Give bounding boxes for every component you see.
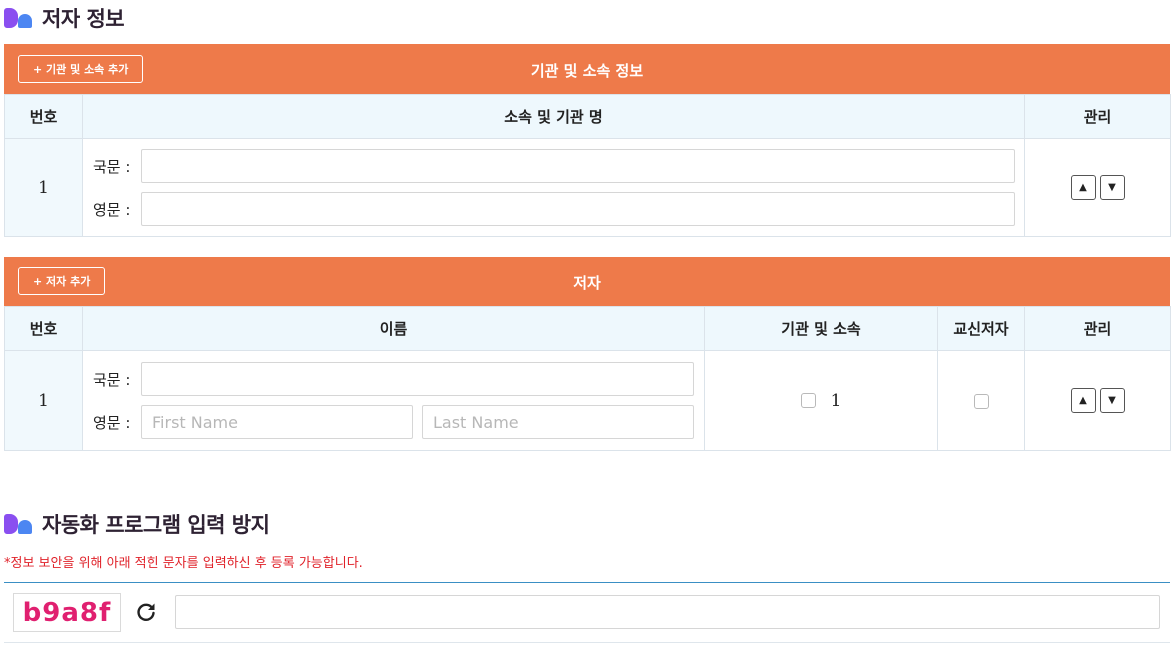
header-corresponding: 교신저자 bbox=[937, 306, 1025, 351]
move-up-button[interactable]: ▲ bbox=[1070, 388, 1096, 413]
header-manage: 관리 bbox=[1024, 94, 1171, 139]
move-up-button[interactable]: ▲ bbox=[1070, 175, 1096, 200]
section-bullet-icon bbox=[4, 514, 36, 534]
affiliation-table-header: 번호 소속 및 기관 명 관리 bbox=[4, 94, 1171, 139]
move-down-button[interactable]: ▼ bbox=[1099, 175, 1125, 200]
table-row: 1 국문 : 영문 : 1 ▲ ▼ bbox=[4, 350, 1171, 451]
manage-cell: ▲ ▼ bbox=[1024, 350, 1171, 451]
manage-cell: ▲ ▼ bbox=[1024, 138, 1171, 237]
arrow-up-icon: ▲ bbox=[1079, 395, 1087, 406]
affiliation-table: 번호 소속 및 기관 명 관리 1 국문 : 영문 : ▲ ▼ bbox=[4, 94, 1171, 237]
last-name-input[interactable] bbox=[422, 405, 694, 439]
captcha-title: 자동화 프로그램 입력 방지 bbox=[42, 513, 270, 537]
author-info-title: 저자 정보 bbox=[42, 7, 125, 31]
security-notice: *정보 보안을 위해 아래 적힌 문자를 입력하신 후 등록 가능합니다. bbox=[4, 556, 363, 571]
author-table-title: 저자 bbox=[573, 274, 601, 292]
header-num: 번호 bbox=[4, 306, 83, 351]
affiliation-korean-input[interactable] bbox=[141, 149, 1015, 183]
author-name-cell: 국문 : 영문 : bbox=[82, 350, 705, 451]
affiliation-select-cell: 1 bbox=[704, 350, 938, 451]
header-num: 번호 bbox=[4, 94, 83, 139]
korean-label: 국문 : bbox=[93, 157, 131, 176]
author-header-bar: + 저자 추가 저자 bbox=[4, 257, 1170, 306]
corresponding-author-checkbox[interactable] bbox=[973, 394, 989, 409]
affiliation-english-input[interactable] bbox=[141, 192, 1015, 226]
korean-label: 국문 : bbox=[93, 370, 131, 389]
arrow-down-icon: ▼ bbox=[1108, 182, 1116, 193]
header-manage: 관리 bbox=[1024, 306, 1171, 351]
refresh-icon[interactable] bbox=[134, 600, 158, 624]
english-label: 영문 : bbox=[93, 413, 131, 432]
affiliation-header-bar: + 기관 및 소속 추가 기관 및 소속 정보 bbox=[4, 44, 1170, 94]
author-korean-name-input[interactable] bbox=[141, 362, 694, 396]
author-table: 번호 이름 기관 및 소속 교신저자 관리 1 국문 : 영문 : 1 bbox=[4, 306, 1171, 451]
author-info-heading: 저자 정보 bbox=[4, 3, 125, 33]
move-down-button[interactable]: ▼ bbox=[1099, 388, 1125, 413]
captcha-heading: 자동화 프로그램 입력 방지 bbox=[4, 509, 270, 539]
affiliation-option-label: 1 bbox=[830, 390, 842, 411]
header-name: 이름 bbox=[82, 306, 705, 351]
english-label: 영문 : bbox=[93, 200, 131, 219]
affiliation-name-cell: 국문 : 영문 : bbox=[82, 138, 1025, 237]
section-bullet-icon bbox=[4, 8, 36, 28]
arrow-down-icon: ▼ bbox=[1108, 395, 1116, 406]
affiliation-checkbox[interactable] bbox=[800, 393, 816, 409]
author-table-header: 번호 이름 기관 및 소속 교신저자 관리 bbox=[4, 306, 1171, 351]
captcha-input[interactable] bbox=[175, 595, 1160, 629]
corresponding-cell bbox=[937, 350, 1025, 451]
captcha-image: b9a8f bbox=[13, 593, 121, 632]
header-affiliation: 기관 및 소속 bbox=[704, 306, 938, 351]
row-number: 1 bbox=[4, 350, 83, 451]
captcha-box: b9a8f bbox=[4, 582, 1170, 643]
table-row: 1 국문 : 영문 : ▲ ▼ bbox=[4, 138, 1171, 237]
row-number: 1 bbox=[4, 138, 83, 237]
header-affiliation-name: 소속 및 기관 명 bbox=[82, 94, 1025, 139]
affiliation-table-title: 기관 및 소속 정보 bbox=[530, 62, 644, 80]
first-name-input[interactable] bbox=[141, 405, 413, 439]
arrow-up-icon: ▲ bbox=[1079, 182, 1087, 193]
